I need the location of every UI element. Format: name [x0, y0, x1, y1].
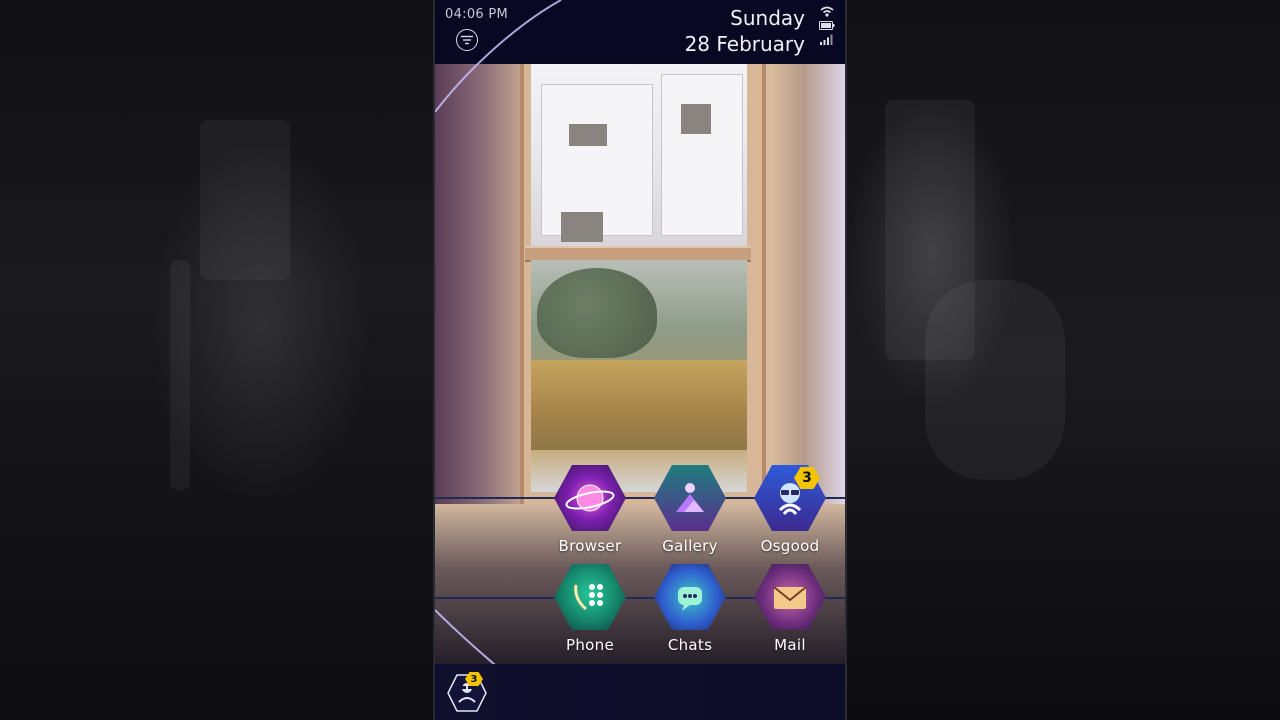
wallpaper-house-window [561, 212, 603, 242]
app-phone[interactable]: Phone [545, 564, 635, 654]
wallpaper-upper-pane [531, 64, 747, 246]
battery-icon [819, 21, 835, 30]
blurred-backdrop-right [845, 0, 1280, 720]
envelope-icon [754, 564, 826, 630]
app-chats[interactable]: Chats [645, 564, 735, 654]
app-osgood-label: Osgood [760, 537, 820, 555]
blurred-backdrop-left [0, 0, 435, 720]
app-osgood-icon-wrap: 3 [754, 465, 826, 531]
app-chats-label: Chats [667, 636, 713, 654]
mountain-icon [654, 465, 726, 531]
app-osgood[interactable]: 3 Osgood [745, 465, 835, 555]
app-mail-label: Mail [774, 636, 806, 654]
phone-screen: 04:06 PM Sunday 28 February Browser Gall… [435, 0, 845, 720]
backdrop-shape [170, 260, 190, 490]
menu-lines-icon [461, 35, 473, 45]
status-day: Sunday [730, 6, 805, 30]
wallpaper-lower-pane [531, 260, 747, 492]
backdrop-shape [925, 280, 1065, 480]
status-bar: 04:06 PM Sunday 28 February [435, 0, 845, 64]
backdrop-shape [200, 120, 290, 280]
app-browser[interactable]: Browser [545, 465, 635, 555]
app-gallery-label: Gallery [662, 537, 718, 555]
app-browser-label: Browser [558, 537, 622, 555]
app-chats-icon-wrap [654, 564, 726, 630]
app-gallery-icon-wrap [654, 465, 726, 531]
wallpaper-hedge [531, 360, 747, 450]
wallpaper-tree [537, 268, 657, 358]
wallpaper-house [661, 74, 743, 236]
app-phone-label: Phone [566, 636, 614, 654]
app-browser-icon-wrap [554, 465, 626, 531]
app-mail-icon-wrap [754, 564, 826, 630]
wifi-icon [820, 6, 834, 17]
wallpaper-house-window [569, 124, 607, 146]
planet-icon [554, 465, 626, 531]
app-gallery[interactable]: Gallery [645, 465, 735, 555]
system-icons [817, 6, 837, 45]
app-mail[interactable]: Mail [745, 564, 835, 654]
menu-button[interactable] [456, 29, 478, 51]
app-phone-icon-wrap [554, 564, 626, 630]
signal-icon [820, 34, 833, 45]
wallpaper-house-window [681, 104, 711, 134]
dialpad-icon [554, 564, 626, 630]
chat-bubble-icon [654, 564, 726, 630]
status-time: 04:06 PM [445, 7, 509, 22]
status-date: 28 February [684, 32, 805, 56]
bottom-bar: 3 [435, 664, 845, 720]
